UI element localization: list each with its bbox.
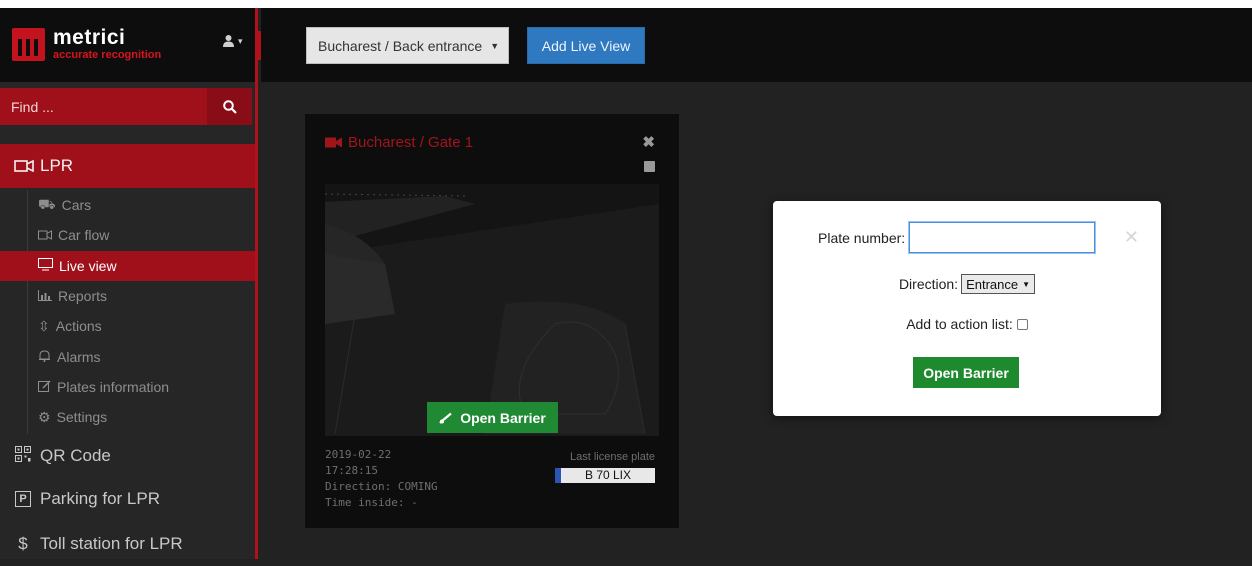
open-barrier-label: Open Barrier <box>460 409 546 426</box>
logo-icon <box>12 28 45 61</box>
monitor-icon <box>38 257 53 274</box>
sidebar-item-cars[interactable]: ⛟ Cars <box>0 190 255 220</box>
plate-number-input[interactable] <box>909 222 1096 253</box>
action-list-label: Add to action list: <box>906 316 1013 332</box>
camera-date: 2019-02-22 <box>325 448 392 461</box>
sidebar-item-label: Cars <box>61 197 92 214</box>
top-bar: Bucharest / Back entrance ▼ Add Live Vie… <box>261 8 1252 82</box>
sidebar-item-label: Car flow <box>58 227 110 244</box>
top-strip <box>0 0 1252 8</box>
search-box <box>0 88 252 125</box>
video-icon <box>38 227 52 243</box>
sidebar-item-label: Actions <box>55 318 102 335</box>
close-icon[interactable]: ✖ <box>642 133 655 151</box>
bell-icon <box>38 349 51 365</box>
camera-feed-image <box>325 184 659 436</box>
parking-icon: P <box>15 491 31 507</box>
save-icon[interactable] <box>644 161 655 172</box>
nav-lpr[interactable]: LPR <box>0 144 255 188</box>
sidebar-item-label: Live view <box>59 257 117 274</box>
sidebar-item-car-flow[interactable]: Car flow <box>0 220 255 250</box>
plate-number-row: Plate number: <box>818 222 1096 253</box>
barrier-icon <box>439 412 452 424</box>
location-dropdown-label: Bucharest / Back entrance <box>318 37 483 54</box>
last-plate-label: Last license plate <box>570 451 655 463</box>
qr-code-icon <box>15 445 31 467</box>
arrows-icon: ⇳ <box>38 317 50 334</box>
open-barrier-modal: ✕ Plate number: Direction: Entrance ▼ Ad… <box>773 201 1161 416</box>
search-icon <box>222 99 237 114</box>
camera-title-label: Bucharest / Gate 1 <box>348 134 474 151</box>
car-icon: ⛟ <box>38 195 56 212</box>
user-caret-icon[interactable]: ▾ <box>238 36 243 47</box>
camera-title: Bucharest / Gate 1 <box>325 134 473 151</box>
camera-direction: Direction: COMING <box>325 480 438 493</box>
camera-meta: 2019-02-22 17:28:15 Direction: COMING Time … <box>325 447 438 511</box>
search-input[interactable] <box>0 88 205 125</box>
sidebar-item-label: Plates information <box>57 378 170 395</box>
user-icon[interactable] <box>222 34 235 50</box>
search-button[interactable] <box>207 88 252 125</box>
sidebar: metrici accurate recognition ▾ LPR ⛟ Car… <box>0 8 258 559</box>
nav-toll-label: Toll station for LPR <box>40 534 183 553</box>
direction-select[interactable]: Entrance ▼ <box>961 274 1036 294</box>
camera-feed <box>325 184 659 436</box>
bar-chart-icon <box>38 288 52 304</box>
sidebar-item-live-view[interactable]: Live view <box>0 250 255 281</box>
open-barrier-submit-button[interactable]: Open Barrier <box>913 357 1019 388</box>
license-plate: B 70 LIX <box>555 468 655 483</box>
camera-time-inside: Time inside: - <box>325 496 418 509</box>
brand-tagline: accurate recognition <box>53 49 162 61</box>
nav-parking-for-lpr[interactable]: P Parking for LPR <box>0 477 255 521</box>
sidebar-item-actions[interactable]: ⇳ Actions <box>0 311 255 341</box>
video-camera-icon <box>14 159 34 173</box>
chevron-down-icon: ▼ <box>1022 279 1031 289</box>
open-barrier-button[interactable]: Open Barrier <box>427 402 558 433</box>
nav-qr-code[interactable]: QR Code <box>0 434 255 478</box>
camera-card: Bucharest / Gate 1 ✖ Open Barrier 2019-0… <box>305 114 679 528</box>
brand-name: metrici <box>53 26 126 49</box>
direction-row: Direction: Entrance ▼ <box>773 274 1161 294</box>
direction-label: Direction: <box>898 276 959 292</box>
brand-header: metrici accurate recognition ▾ <box>0 8 255 82</box>
nav-parking-label: Parking for LPR <box>40 489 160 508</box>
plate-number-label: Plate number: <box>818 229 906 246</box>
sidebar-item-reports[interactable]: Reports <box>0 281 255 311</box>
gear-icon: ⚙ <box>38 408 51 425</box>
lpr-subnav: ⛟ Cars Car flow Live view Reports ⇳ Acti… <box>0 190 255 432</box>
close-icon[interactable]: ✕ <box>1124 227 1139 248</box>
sidebar-item-label: Reports <box>58 288 108 305</box>
video-camera-icon <box>325 137 342 148</box>
location-dropdown[interactable]: Bucharest / Back entrance ▼ <box>306 27 509 64</box>
dollar-icon: $ <box>18 534 28 553</box>
camera-time: 17:28:15 <box>325 464 378 477</box>
sidebar-item-label: Alarms <box>57 348 101 365</box>
nav-toll-station[interactable]: $ Toll station for LPR <box>0 522 255 566</box>
nav-qr-code-label: QR Code <box>40 446 111 465</box>
sidebar-item-plates-information[interactable]: Plates information <box>0 372 255 402</box>
sidebar-item-alarms[interactable]: Alarms <box>0 341 255 371</box>
sidebar-item-label: Settings <box>56 409 108 426</box>
edit-icon <box>38 379 51 395</box>
action-list-row: Add to action list: <box>773 316 1161 332</box>
add-live-view-button[interactable]: Add Live View <box>527 27 645 64</box>
nav-lpr-label: LPR <box>40 156 74 175</box>
direction-select-value: Entrance <box>966 276 1019 292</box>
chevron-down-icon: ▼ <box>490 40 500 51</box>
sidebar-item-settings[interactable]: ⚙ Settings <box>0 402 255 432</box>
action-list-checkbox[interactable] <box>1016 318 1028 330</box>
